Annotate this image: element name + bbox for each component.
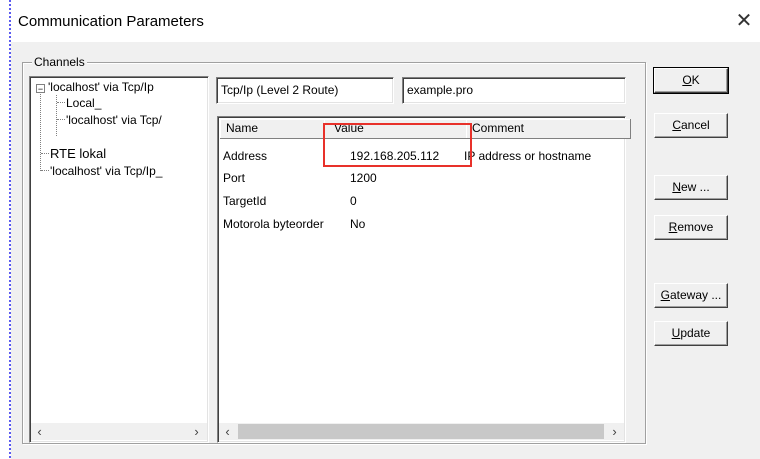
new-label: ew ... <box>680 180 710 194</box>
param-comment: IP address or hostname <box>464 149 592 163</box>
channels-group-label: Channels <box>32 55 87 69</box>
param-value[interactable]: 0 <box>350 192 357 210</box>
tree-connector <box>57 102 65 103</box>
column-header-name[interactable]: Name <box>220 119 331 139</box>
param-value[interactable]: 1200 <box>350 169 377 187</box>
scroll-thumb[interactable] <box>238 424 604 439</box>
close-icon[interactable]: ✕ <box>733 9 755 33</box>
param-value[interactable]: No <box>350 215 365 233</box>
cancel-label: ancel <box>680 118 710 132</box>
tree-connector <box>41 153 49 154</box>
param-name: TargetId <box>223 194 267 208</box>
ok-button[interactable]: OK <box>653 67 729 94</box>
scroll-left-icon[interactable]: ‹ <box>31 423 48 440</box>
driver-field: Tcp/Ip (Level 2 Route) <box>216 77 394 104</box>
update-button[interactable]: Update <box>654 321 728 346</box>
update-mnemonic: U <box>671 326 681 340</box>
tree-node-rte-lokal[interactable]: RTE lokal <box>50 146 106 161</box>
tree-node-localhost-tcp-child[interactable]: 'localhost' via Tcp/ <box>66 113 162 127</box>
cancel-mnemonic: C <box>672 118 681 132</box>
tree-node-localhost-tcpip[interactable]: 'localhost' via Tcp/Ip <box>48 80 154 94</box>
tree-hscrollbar[interactable]: ‹ › <box>31 423 207 440</box>
column-header-comment[interactable]: Comment <box>466 119 631 139</box>
tree-node-local[interactable]: Local_ <box>66 96 101 110</box>
list-hscrollbar[interactable]: ‹ › <box>219 423 624 440</box>
ok-mnemonic: O <box>682 73 692 87</box>
remove-button[interactable]: Remove <box>654 215 728 240</box>
remove-label: emove <box>677 220 714 234</box>
ok-label: K <box>691 73 700 87</box>
new-mnemonic: N <box>672 180 681 194</box>
scroll-left-icon[interactable]: ‹ <box>219 423 236 440</box>
highlight-annotation-box <box>323 123 472 167</box>
cancel-button[interactable]: Cancel <box>654 113 728 138</box>
param-name: Motorola byteorder <box>223 217 324 231</box>
tree-connector <box>57 119 65 120</box>
tree-node-localhost-tcpip-2[interactable]: 'localhost' via Tcp/Ip_ <box>50 164 162 178</box>
tree-connector <box>40 88 41 171</box>
tree-connector <box>41 170 49 171</box>
gateway-label: ateway ... <box>669 288 722 302</box>
dialog-title: Communication Parameters <box>18 13 204 30</box>
channels-tree[interactable]: − 'localhost' via Tcp/Ip Local_ 'localho… <box>29 76 209 443</box>
gateway-button[interactable]: Gateway ... <box>654 283 728 308</box>
scroll-right-icon[interactable]: › <box>188 423 205 440</box>
update-label: pdate <box>680 326 711 340</box>
remove-mnemonic: R <box>668 220 678 234</box>
gateway-mnemonic: G <box>660 288 670 302</box>
tree-collapse-icon[interactable]: − <box>36 84 45 94</box>
scroll-right-icon[interactable]: › <box>606 423 623 440</box>
new-button[interactable]: New ... <box>654 175 728 200</box>
project-field: example.pro <box>402 77 626 104</box>
param-name: Port <box>223 171 246 185</box>
param-name: Address <box>223 149 268 163</box>
